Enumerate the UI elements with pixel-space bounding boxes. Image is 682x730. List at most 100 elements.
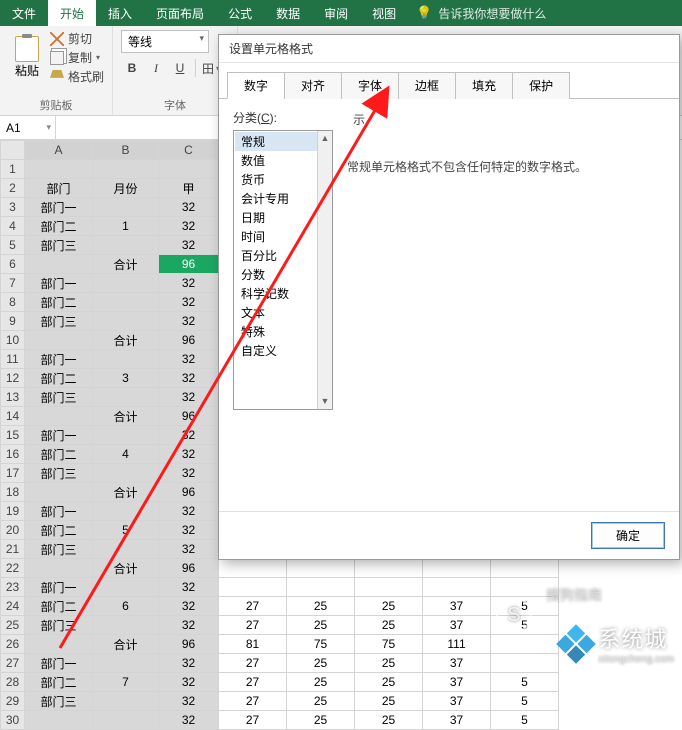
cell[interactable]: [423, 559, 491, 578]
cell[interactable]: [287, 578, 355, 597]
cell[interactable]: [93, 540, 159, 559]
scroll-down-icon[interactable]: ▼: [318, 394, 332, 409]
dialog-tab-数字[interactable]: 数字: [227, 72, 285, 99]
cell[interactable]: 25: [355, 692, 423, 711]
row-header[interactable]: 9: [1, 312, 25, 331]
cell[interactable]: 37: [423, 616, 491, 635]
cell[interactable]: 32: [159, 540, 219, 559]
italic-button[interactable]: I: [145, 57, 167, 79]
cell[interactable]: 5: [491, 616, 559, 635]
row-header[interactable]: 28: [1, 673, 25, 692]
cell[interactable]: [25, 407, 93, 426]
ribbon-tab-审阅[interactable]: 审阅: [312, 0, 360, 26]
cell[interactable]: 32: [159, 692, 219, 711]
cell[interactable]: 32: [159, 445, 219, 464]
row-header[interactable]: 16: [1, 445, 25, 464]
cell[interactable]: [93, 293, 159, 312]
cell[interactable]: 96: [159, 483, 219, 502]
cell[interactable]: 96: [159, 255, 219, 274]
cell[interactable]: 27: [219, 616, 287, 635]
cell[interactable]: [93, 502, 159, 521]
cell[interactable]: 32: [159, 578, 219, 597]
cell[interactable]: 部门三: [25, 692, 93, 711]
ribbon-tab-开始[interactable]: 开始: [48, 0, 96, 26]
col-header-A[interactable]: A: [25, 141, 93, 160]
ribbon-tab-文件[interactable]: 文件: [0, 0, 48, 26]
cell[interactable]: 32: [159, 236, 219, 255]
cell[interactable]: [25, 635, 93, 654]
cell[interactable]: [93, 236, 159, 255]
cell[interactable]: 5: [491, 711, 559, 730]
cut-button[interactable]: 剪切: [50, 30, 104, 47]
cell[interactable]: 32: [159, 369, 219, 388]
cell[interactable]: [219, 559, 287, 578]
cell[interactable]: [93, 312, 159, 331]
cell[interactable]: [25, 160, 93, 179]
cell[interactable]: 部门二: [25, 673, 93, 692]
cell[interactable]: 部门一: [25, 654, 93, 673]
cell[interactable]: 部门三: [25, 388, 93, 407]
row-header[interactable]: 3: [1, 198, 25, 217]
cell[interactable]: [491, 578, 559, 597]
dialog-tab-对齐[interactable]: 对齐: [284, 72, 342, 99]
cell[interactable]: 部门二: [25, 597, 93, 616]
cell[interactable]: 32: [159, 616, 219, 635]
row-header[interactable]: 5: [1, 236, 25, 255]
cell[interactable]: 25: [355, 673, 423, 692]
cell[interactable]: 部门三: [25, 236, 93, 255]
cell[interactable]: 部门一: [25, 502, 93, 521]
cell[interactable]: 25: [287, 616, 355, 635]
cell[interactable]: 96: [159, 559, 219, 578]
cell[interactable]: 部门二: [25, 369, 93, 388]
ribbon-tab-页面布局[interactable]: 页面布局: [144, 0, 216, 26]
cell[interactable]: 27: [219, 597, 287, 616]
cell[interactable]: [491, 635, 559, 654]
cell[interactable]: 96: [159, 635, 219, 654]
cell[interactable]: 32: [159, 673, 219, 692]
dialog-tab-保护[interactable]: 保护: [512, 72, 570, 99]
ribbon-tab-公式[interactable]: 公式: [216, 0, 264, 26]
cell[interactable]: 25: [355, 711, 423, 730]
cell[interactable]: [93, 388, 159, 407]
cell[interactable]: 部门二: [25, 293, 93, 312]
row-header[interactable]: 19: [1, 502, 25, 521]
cell[interactable]: 32: [159, 198, 219, 217]
row-header[interactable]: 25: [1, 616, 25, 635]
cell[interactable]: 81: [219, 635, 287, 654]
row-header[interactable]: 1: [1, 160, 25, 179]
cell[interactable]: 32: [159, 502, 219, 521]
cell[interactable]: 32: [159, 711, 219, 730]
row-header[interactable]: 8: [1, 293, 25, 312]
cell[interactable]: [93, 274, 159, 293]
cell[interactable]: 1: [93, 217, 159, 236]
cell[interactable]: [93, 692, 159, 711]
row-header[interactable]: 27: [1, 654, 25, 673]
cell[interactable]: 75: [287, 635, 355, 654]
cell[interactable]: 合计: [93, 559, 159, 578]
cell[interactable]: [93, 160, 159, 179]
cell[interactable]: [93, 654, 159, 673]
cell[interactable]: 25: [287, 597, 355, 616]
row-header[interactable]: 14: [1, 407, 25, 426]
cell[interactable]: 部门三: [25, 312, 93, 331]
cell[interactable]: 合计: [93, 255, 159, 274]
cell[interactable]: 37: [423, 673, 491, 692]
cell[interactable]: [93, 616, 159, 635]
ribbon-tab-数据[interactable]: 数据: [264, 0, 312, 26]
row-header[interactable]: 17: [1, 464, 25, 483]
row-header[interactable]: 7: [1, 274, 25, 293]
row-header[interactable]: 29: [1, 692, 25, 711]
cell[interactable]: 37: [423, 711, 491, 730]
cell[interactable]: 部门三: [25, 464, 93, 483]
cell[interactable]: 部门二: [25, 445, 93, 464]
cell[interactable]: [491, 559, 559, 578]
cell[interactable]: 5: [491, 597, 559, 616]
cell[interactable]: 96: [159, 407, 219, 426]
tell-me-search[interactable]: 💡告诉我你想要做什么: [416, 0, 546, 26]
cell[interactable]: 月份: [93, 179, 159, 198]
row-header[interactable]: 2: [1, 179, 25, 198]
dialog-tab-填充[interactable]: 填充: [455, 72, 513, 99]
col-header-C[interactable]: C: [159, 141, 219, 160]
cell[interactable]: 3: [93, 369, 159, 388]
cell[interactable]: [93, 464, 159, 483]
